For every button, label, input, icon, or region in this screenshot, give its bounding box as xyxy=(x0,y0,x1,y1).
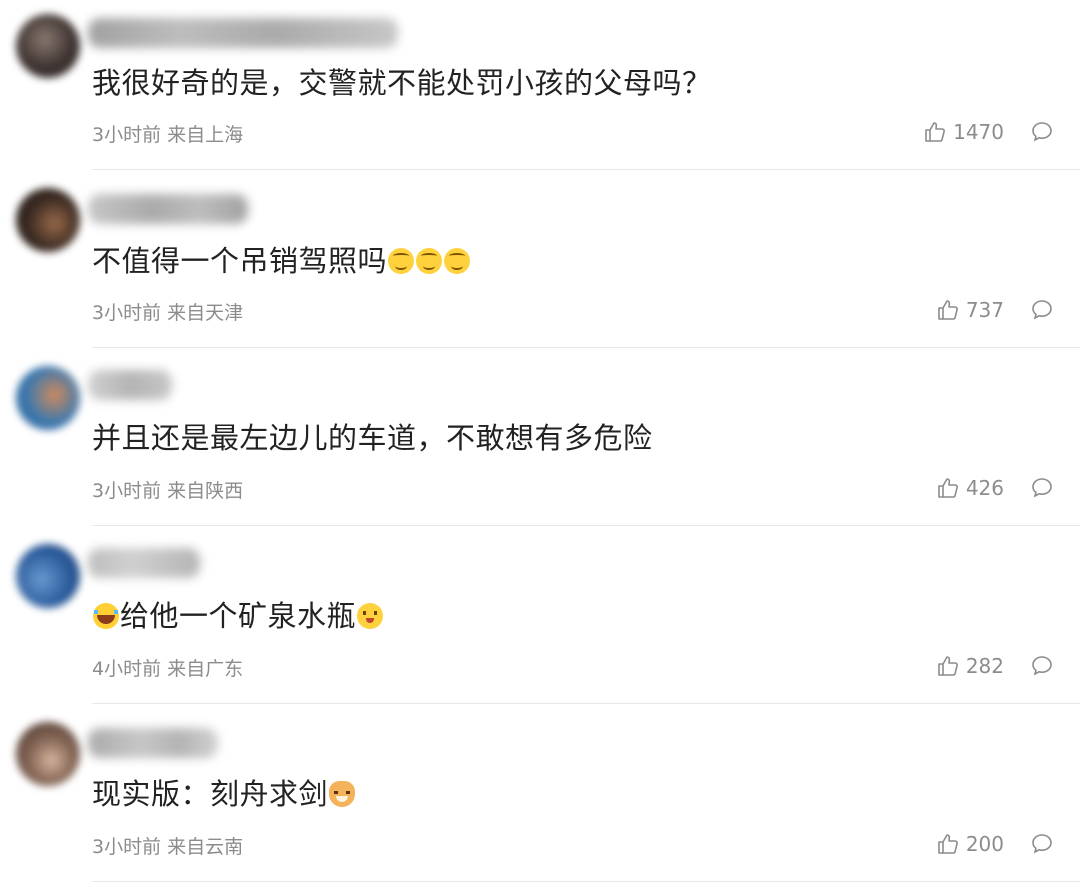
thumbs-up-icon xyxy=(925,122,946,142)
smiling-face-icon xyxy=(357,603,384,629)
thumbs-up-icon xyxy=(938,834,958,854)
like-count: 282 xyxy=(965,654,1004,678)
reply-bubble-icon[interactable] xyxy=(1030,476,1054,500)
like-button[interactable]: 737 xyxy=(936,298,1004,322)
comment-meta: 3小时前 来自陕西 xyxy=(92,476,243,503)
comment-text: 现实版：刻舟求剑 xyxy=(92,774,356,814)
reply-bubble-icon[interactable] xyxy=(1030,654,1054,678)
comment-item: 我很好奇的是，交警就不能处罚小孩的父母吗？ 3小时前 来自上海 1470 xyxy=(0,0,1080,170)
sweat-smile-icon xyxy=(416,248,443,274)
comment-meta: 3小时前 来自天津 xyxy=(92,298,243,325)
comment-time: 3小时前 xyxy=(92,480,162,502)
comment-time: 3小时前 xyxy=(92,836,162,858)
comment-location: 来自上海 xyxy=(167,124,244,146)
comment-item: 给他一个矿泉水瓶 4小时前 来自广东 282 xyxy=(0,526,1080,704)
comment-actions: 1470 xyxy=(923,120,1054,144)
comment-time: 3小时前 xyxy=(92,302,162,324)
comment-location: 来自云南 xyxy=(167,836,244,858)
comment-text-content: 现实版：刻舟求剑 xyxy=(92,777,329,811)
comment-location: 来自陕西 xyxy=(167,480,244,502)
comment-text: 并且还是最左边儿的车道，不敢想有多危险 xyxy=(92,418,653,458)
comment-meta: 3小时前 来自上海 xyxy=(92,120,243,147)
cat-face-icon xyxy=(329,781,356,807)
reply-bubble-icon[interactable] xyxy=(1030,120,1054,144)
comment-item: 并且还是最左边儿的车道，不敢想有多危险 3小时前 来自陕西 426 xyxy=(0,348,1080,526)
comment-actions: 200 xyxy=(936,832,1054,856)
avatar[interactable] xyxy=(16,188,80,252)
comment-actions: 282 xyxy=(936,654,1054,678)
comment-list: 我很好奇的是，交警就不能处罚小孩的父母吗？ 3小时前 来自上海 1470 不值得一… xyxy=(0,0,1080,891)
username-blurred[interactable] xyxy=(88,194,248,224)
comment-meta: 4小时前 来自广东 xyxy=(92,654,243,681)
like-count: 1470 xyxy=(953,120,1004,144)
sweat-smile-icon xyxy=(444,248,471,274)
comment-text-content: 给他一个矿泉水瓶 xyxy=(120,599,357,633)
username-blurred[interactable] xyxy=(88,548,200,578)
comment-text-content: 不值得一个吊销驾照吗 xyxy=(92,244,388,278)
like-count: 200 xyxy=(965,832,1004,856)
like-count: 426 xyxy=(965,476,1004,500)
comment-actions: 426 xyxy=(936,476,1054,500)
like-count: 737 xyxy=(965,298,1004,322)
username-blurred[interactable] xyxy=(88,370,172,400)
like-button[interactable]: 426 xyxy=(936,476,1004,500)
comment-meta: 3小时前 来自云南 xyxy=(92,832,243,859)
comment-location: 来自广东 xyxy=(167,658,244,680)
like-button[interactable]: 1470 xyxy=(923,120,1004,144)
like-button[interactable]: 282 xyxy=(936,654,1004,678)
comment-actions: 737 xyxy=(936,298,1054,322)
comment-text: 不值得一个吊销驾照吗 xyxy=(92,241,471,281)
thumbs-up-icon xyxy=(938,300,958,320)
divider xyxy=(92,881,1080,882)
comment-text-content: 并且还是最左边儿的车道，不敢想有多危险 xyxy=(92,421,653,455)
comment-text-content: 我很好奇的是，交警就不能处罚小孩的父母吗？ xyxy=(92,66,712,100)
comment-text: 给他一个矿泉水瓶 xyxy=(92,596,384,636)
username-blurred[interactable] xyxy=(88,728,218,758)
comment-item: 现实版：刻舟求剑 3小时前 来自云南 200 xyxy=(0,704,1080,891)
comment-time: 4小时前 xyxy=(92,658,162,680)
thumbs-up-icon xyxy=(938,656,958,676)
comment-location: 来自天津 xyxy=(167,302,244,324)
comment-item: 不值得一个吊销驾照吗 3小时前 来自天津 737 xyxy=(0,170,1080,348)
like-button[interactable]: 200 xyxy=(936,832,1004,856)
sweat-smile-icon xyxy=(388,248,415,274)
avatar[interactable] xyxy=(16,722,80,786)
avatar[interactable] xyxy=(16,366,80,430)
avatar[interactable] xyxy=(16,544,80,608)
laughing-tears-icon xyxy=(93,603,119,629)
thumbs-up-icon xyxy=(938,478,958,498)
reply-bubble-icon[interactable] xyxy=(1030,298,1054,322)
comment-time: 3小时前 xyxy=(92,124,162,146)
username-blurred[interactable] xyxy=(88,18,398,48)
comment-text: 我很好奇的是，交警就不能处罚小孩的父母吗？ xyxy=(92,63,712,103)
avatar[interactable] xyxy=(16,14,80,78)
reply-bubble-icon[interactable] xyxy=(1030,832,1054,856)
